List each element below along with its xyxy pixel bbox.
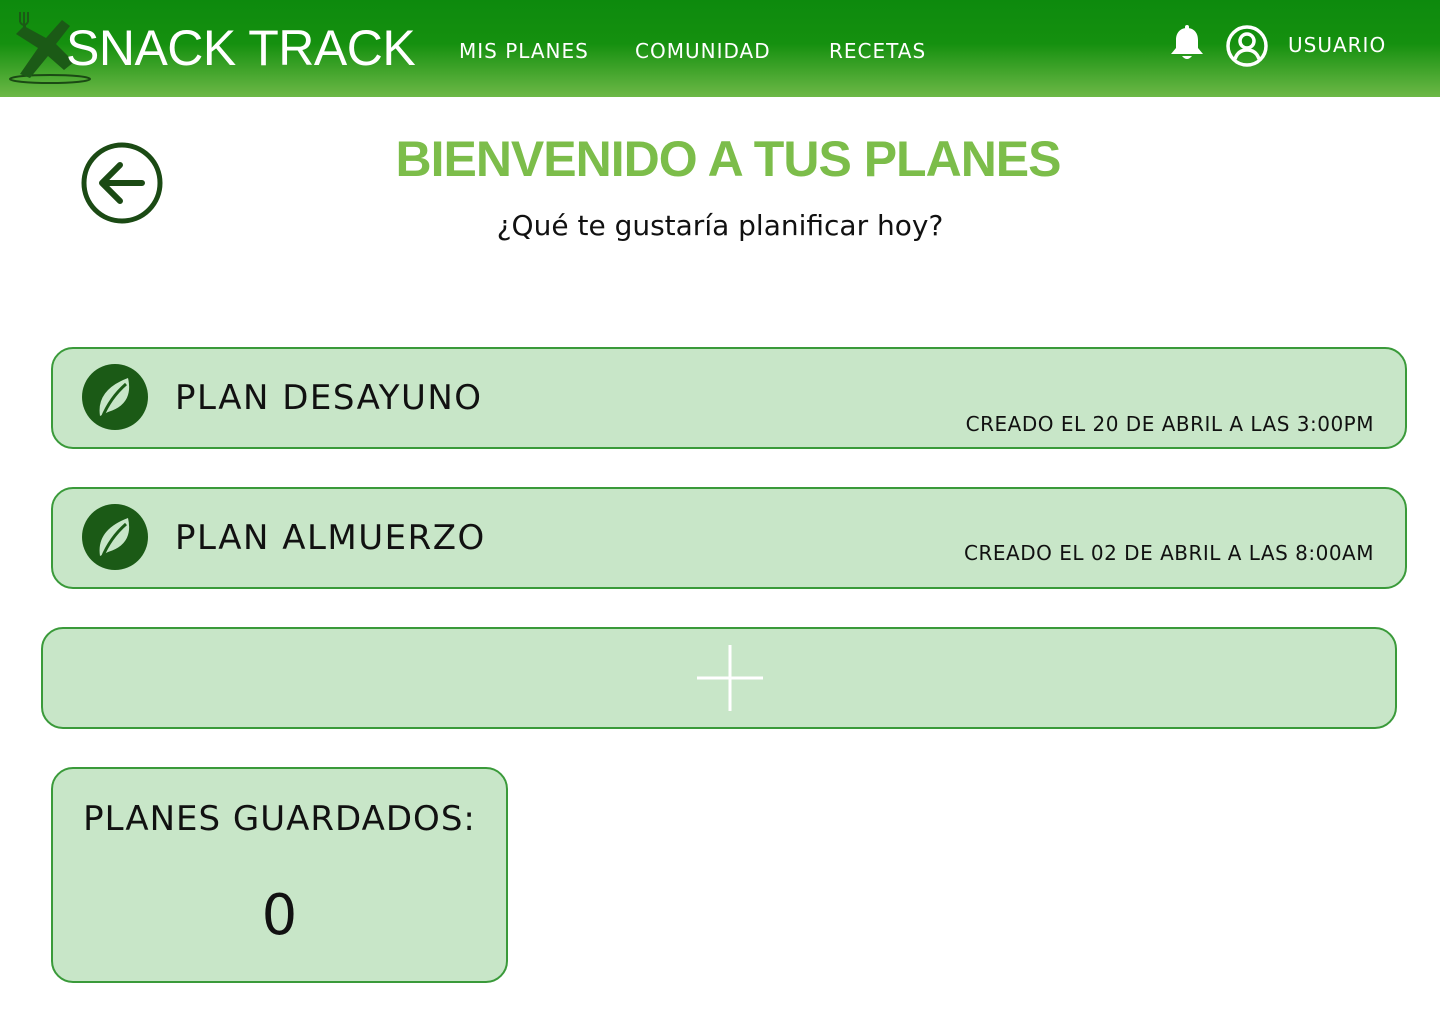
plan-title: PLAN ALMUERZO (175, 518, 486, 558)
page-subtitle: ¿Qué te gustaría planificar hoy? (496, 209, 944, 242)
bell-icon[interactable] (1167, 24, 1207, 64)
saved-plans-label: PLANES GUARDADOS: (83, 799, 476, 839)
top-header: SNACK TRACK MIS PLANES COMUNIDAD RECETAS… (0, 0, 1440, 97)
user-label[interactable]: USUARIO (1288, 32, 1386, 58)
leaf-icon (82, 364, 148, 430)
plan-created-date: CREADO EL 02 DE ABRIL A LAS 8:00AM (964, 541, 1374, 565)
plan-card-desayuno[interactable]: PLAN DESAYUNO CREADO EL 20 DE ABRIL A LA… (51, 347, 1407, 449)
brand-title[interactable]: SNACK TRACK (66, 18, 416, 78)
plan-card-almuerzo[interactable]: PLAN ALMUERZO CREADO EL 02 DE ABRIL A LA… (51, 487, 1407, 589)
plan-title: PLAN DESAYUNO (175, 378, 483, 418)
user-icon[interactable] (1225, 24, 1269, 68)
plus-icon (697, 645, 763, 711)
page-title: BIENVENIDO A TUS PLANES (395, 131, 1061, 187)
leaf-icon (82, 504, 148, 570)
nav-comunidad[interactable]: COMUNIDAD (635, 38, 771, 64)
saved-plans-panel: PLANES GUARDADOS: 0 (51, 767, 508, 983)
nav-recetas[interactable]: RECETAS (829, 38, 926, 64)
plan-created-date: CREADO EL 20 DE ABRIL A LAS 3:00PM (965, 412, 1374, 436)
saved-plans-count: 0 (261, 883, 298, 948)
add-plan-button[interactable] (41, 627, 1397, 729)
nav-mis-planes[interactable]: MIS PLANES (459, 38, 589, 64)
